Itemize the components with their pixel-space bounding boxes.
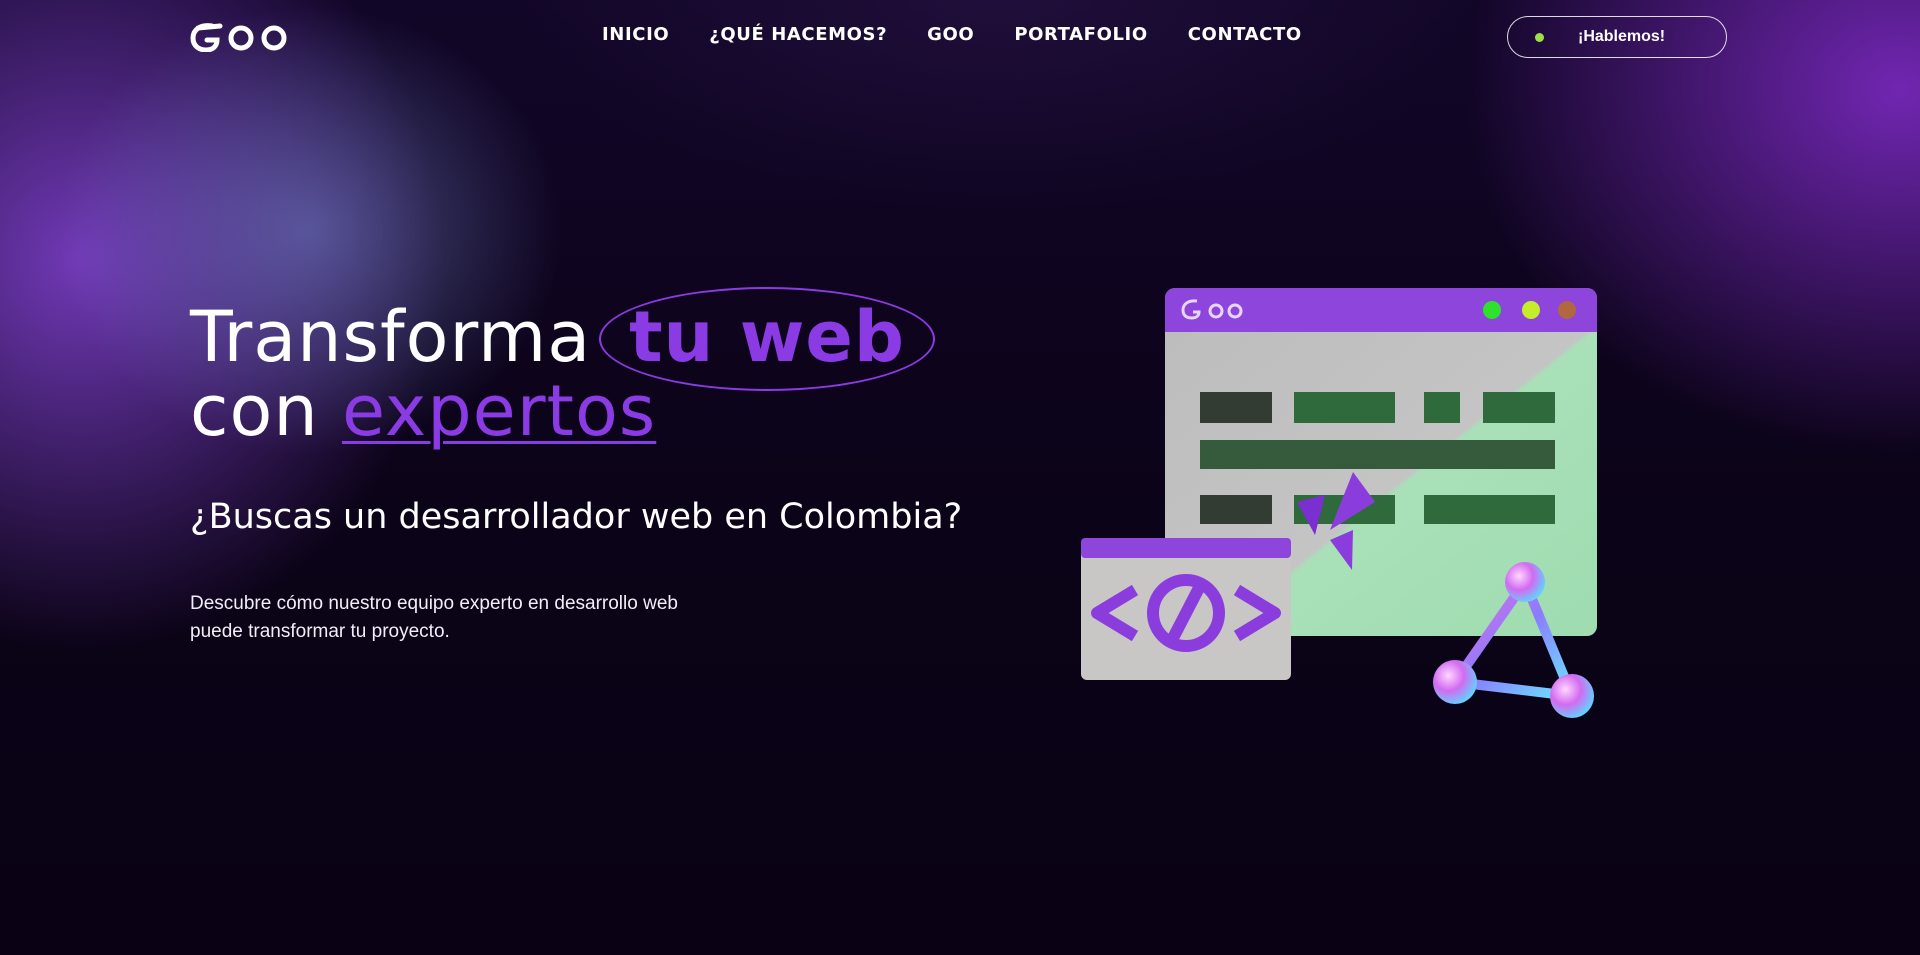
nav-item-que-hacemos[interactable]: ¿QUÉ HACEMOS? [709,24,887,45]
hablemos-button[interactable]: ¡Hablemos! [1507,16,1727,58]
hero-title-highlight-wrap: tu web [599,287,936,391]
browser-window-code-illustration-icon [1081,288,1597,718]
hero-title-underlined: expertos [341,370,657,452]
status-dot-icon [1535,32,1544,42]
hablemos-button-label: ¡Hablemos! [1578,28,1666,45]
highlight-oval [599,287,936,391]
top-navigation: INICIO ¿QUÉ HACEMOS? GOO PORTAFOLIO CONT… [0,0,1920,74]
nav-item-contacto[interactable]: CONTACTO [1188,24,1302,45]
goo-logo[interactable] [190,20,294,52]
hero-title-part1: Transforma [190,296,592,378]
nav-item-portafolio[interactable]: PORTAFOLIO [1014,24,1147,45]
nav-item-goo[interactable]: GOO [927,24,974,45]
hero-title: Transforma tu web con expertos [190,287,936,448]
nav-item-inicio[interactable]: INICIO [602,24,669,45]
hero-title-part2: con [190,370,319,452]
main-menu: INICIO ¿QUÉ HACEMOS? GOO PORTAFOLIO CONT… [602,24,1302,45]
hero-background [0,0,1920,955]
hero-description: Descubre cómo nuestro equipo experto en … [190,593,678,642]
hero-subtitle: ¿Buscas un desarrollador web en Colombia… [190,497,963,537]
